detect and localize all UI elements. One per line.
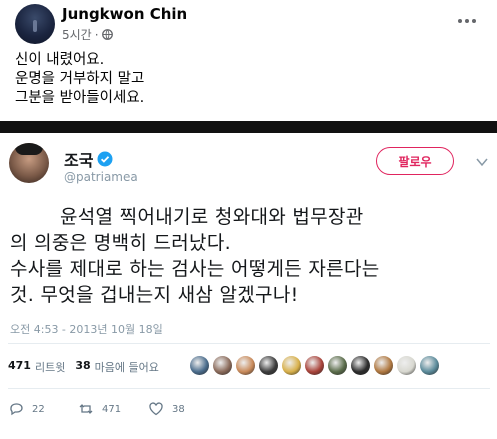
liker-avatar xyxy=(236,356,255,375)
reply-count: 22 xyxy=(32,403,45,415)
like-action: 38 xyxy=(148,401,185,417)
retweet-action-count: 471 xyxy=(102,403,122,415)
liker-avatar xyxy=(420,356,439,375)
tweet-line: 의 의중은 명백히 드러났다. xyxy=(10,232,231,254)
post-time[interactable]: 5시간 xyxy=(62,26,92,43)
avatar[interactable] xyxy=(15,4,55,44)
tweet-timestamp: 오전 4:53 - 2013년 10월 18일 xyxy=(10,323,163,336)
post-meta: 5시간 · xyxy=(62,26,113,43)
liker-avatar xyxy=(374,356,393,375)
retweet-count: 471 xyxy=(8,359,31,372)
tweet-handle: @patriamea xyxy=(64,170,138,184)
post-text-line: 그분을 받아들이세요. xyxy=(15,90,145,106)
post-header: Jungkwon Chin 5시간 · xyxy=(0,0,497,44)
tweet-stats: 471 리트윗 38 마음에 들어요 xyxy=(8,359,159,375)
reply-action: 22 xyxy=(8,401,45,417)
divider xyxy=(8,388,490,389)
globe-icon xyxy=(101,29,113,40)
like-action-count: 38 xyxy=(172,403,185,415)
retweet-label: 리트윗 xyxy=(34,361,66,374)
tweet-author-name: 조국 xyxy=(64,151,94,170)
tweet-line: 수사를 제대로 하는 검사는 어떻게든 자른다는 xyxy=(10,258,380,280)
liker-avatar xyxy=(259,356,278,375)
liker-avatar xyxy=(282,356,301,375)
post-text-line: 운명을 거부하지 말고 xyxy=(15,71,145,87)
tweet-line: 윤석열 찍어내기로 청와대와 법무장관 xyxy=(60,206,364,228)
divider xyxy=(8,343,490,344)
tweet-screenshot: 조국 @patriamea 팔로우 윤석열 찍어내기로 청와대와 법무장관 의 … xyxy=(0,133,497,439)
liker-avatar xyxy=(397,356,416,375)
author-name[interactable]: Jungkwon Chin xyxy=(62,5,187,23)
liker-avatar xyxy=(351,356,370,375)
tweet-line: 것. 무엇을 겁내는지 새삼 알겠구나! xyxy=(10,284,299,306)
more-icon[interactable] xyxy=(452,12,482,30)
retweet-icon xyxy=(79,404,93,414)
tweet-body: 윤석열 찍어내기로 청와대와 법무장관 의 의중은 명백히 드러났다. 수사를 … xyxy=(10,204,495,308)
chevron-down-icon xyxy=(476,158,488,167)
post-text-line: 신이 내렸어요. xyxy=(15,52,105,68)
reply-icon xyxy=(10,403,23,416)
liker-avatars xyxy=(190,356,439,375)
liker-avatar xyxy=(328,356,347,375)
like-label: 마음에 들어요 xyxy=(94,361,159,374)
liker-avatar xyxy=(305,356,324,375)
retweet-action: 471 xyxy=(78,401,121,417)
post-text: 신이 내렸어요. 운명을 거부하지 말고 그분을 받아들이세요. xyxy=(15,51,144,108)
liker-avatar xyxy=(190,356,209,375)
follow-button: 팔로우 xyxy=(376,147,454,175)
heart-icon xyxy=(149,402,163,416)
liker-avatar xyxy=(213,356,232,375)
tweet-actions: 22 471 38 xyxy=(8,401,208,421)
like-count: 38 xyxy=(75,359,91,372)
tweet-avatar xyxy=(9,143,49,183)
tweet-author: 조국 xyxy=(64,147,113,171)
verified-icon xyxy=(97,151,113,167)
